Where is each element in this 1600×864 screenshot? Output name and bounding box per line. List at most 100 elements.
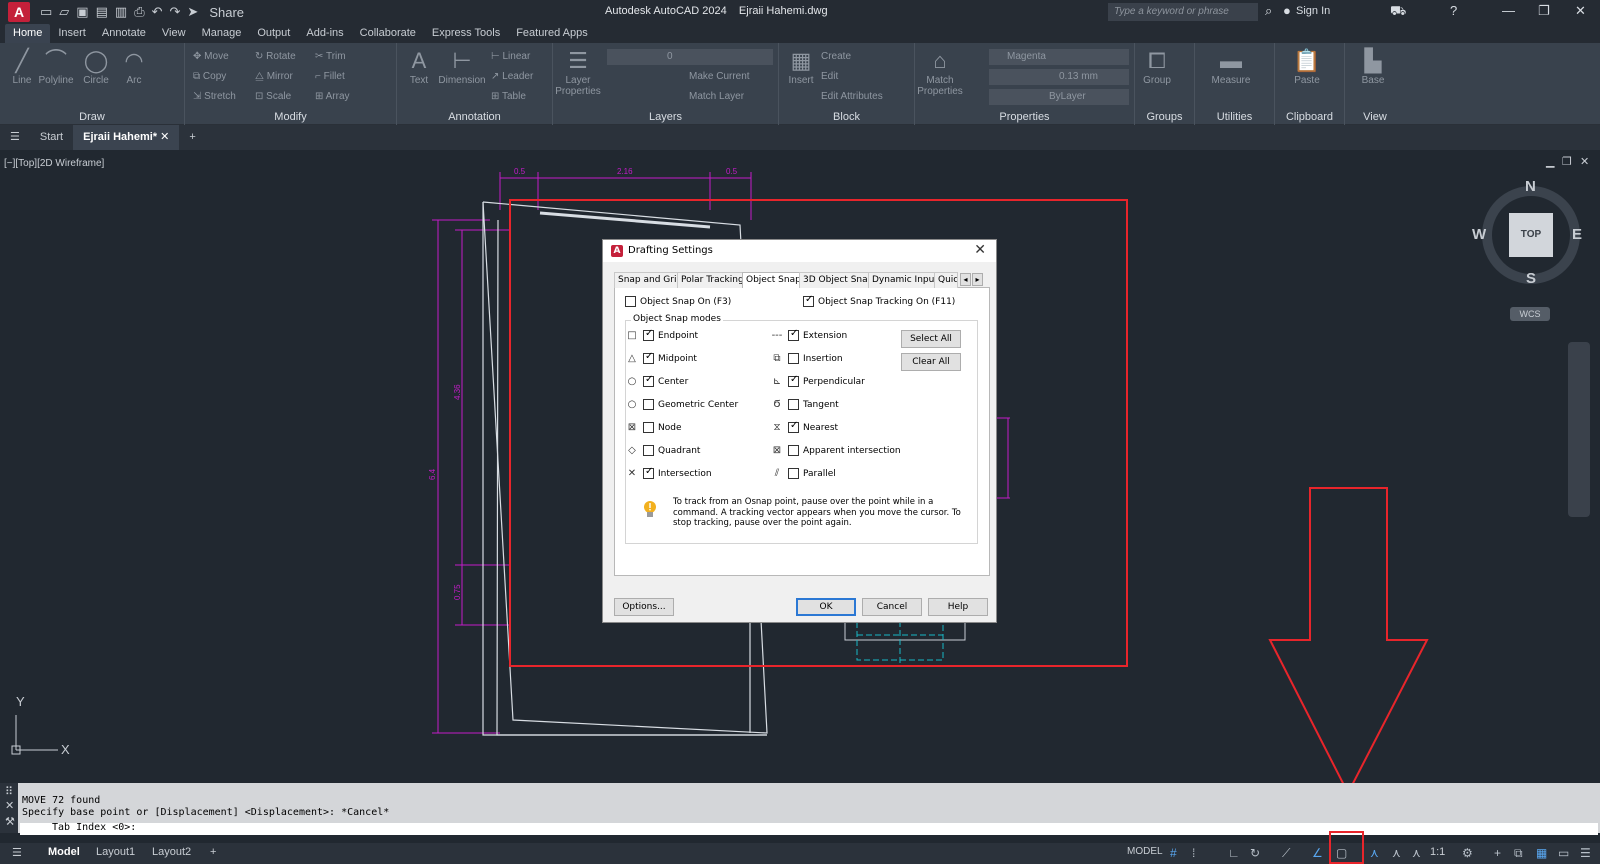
snap-mode-checkbox[interactable] (788, 399, 799, 410)
linetype-dropdown[interactable]: ByLayer (989, 89, 1129, 105)
help-icon[interactable]: ? (1450, 3, 1457, 18)
mirror-tool[interactable]: ⧋ Mirror (255, 71, 293, 82)
undo-icon[interactable]: ↶ (152, 4, 163, 20)
ribbon-tab-output[interactable]: Output (249, 24, 298, 43)
app-menu-button[interactable]: A (8, 2, 30, 22)
linear-tool[interactable]: ⊢ Linear (491, 51, 530, 62)
measure-tool[interactable]: ▬ Measure (1209, 47, 1253, 86)
snap-mode-checkbox[interactable] (788, 420, 799, 433)
new-tab-button[interactable]: + (179, 125, 205, 150)
model-space-toggle[interactable]: MODEL (1127, 846, 1163, 857)
ribbon-tab-addins[interactable]: Add-ins (298, 24, 351, 43)
workspace-gear-icon[interactable]: ⚙ (1462, 846, 1473, 860)
tab-polar-tracking[interactable]: Polar Tracking (677, 272, 748, 288)
view-panel-label[interactable]: View (1345, 111, 1405, 123)
snap-mode-intersection[interactable]: ✕ Intersection (625, 466, 712, 479)
block-panel-label[interactable]: Block (779, 111, 914, 123)
draw-panel-label[interactable]: Draw (0, 111, 184, 123)
ribbon-tab-insert[interactable]: Insert (50, 24, 94, 43)
search-input[interactable]: Type a keyword or phrase (1108, 3, 1258, 21)
search-icon[interactable]: ⌕ (1265, 3, 1272, 19)
object-snap-on-check[interactable] (625, 296, 636, 307)
isodraft-icon[interactable]: ⟋ (1282, 846, 1290, 861)
view-cube-top-face[interactable]: TOP (1509, 213, 1553, 257)
print-icon[interactable]: ⎙ (134, 4, 144, 20)
tab-dynamic-input[interactable]: Dynamic Input (868, 272, 942, 288)
scale-tool[interactable]: ⊡ Scale (255, 91, 291, 102)
dialog-close-icon[interactable]: ✕ (974, 242, 986, 258)
object-snap-tracking-checkbox[interactable]: Object Snap Tracking On (F11) (803, 294, 955, 307)
cancel-button[interactable]: Cancel (862, 598, 922, 616)
groups-panel-label[interactable]: Groups (1135, 111, 1194, 123)
polar-tracking-icon[interactable]: ↻ (1250, 846, 1260, 860)
ok-button[interactable]: OK (796, 598, 856, 616)
layers-panel-label[interactable]: Layers (553, 111, 778, 123)
snap-mode-tangent[interactable]: Ϭ Tangent (770, 399, 839, 410)
wrench-icon[interactable]: ⚒ (5, 815, 15, 828)
dimension-tool[interactable]: ⊢ Dimension (437, 47, 487, 86)
compass-south[interactable]: S (1526, 270, 1536, 287)
snap-mode-checkbox[interactable] (643, 374, 654, 387)
snap-mode-perpendicular[interactable]: ⊾ Perpendicular (770, 374, 865, 387)
create-block-tool[interactable]: Create (821, 51, 851, 62)
auto-scale-icon[interactable]: ⋏ (1392, 846, 1401, 860)
object-snap-on-checkbox[interactable]: Object Snap On (F3) (625, 296, 731, 307)
layout-tabs-menu-icon[interactable]: ☰ (12, 846, 22, 859)
paste-tool[interactable]: 📋 Paste (1285, 47, 1329, 86)
snap-mode-nearest[interactable]: ⧖ Nearest (770, 420, 838, 433)
tab-layout2[interactable]: Layout2 (152, 846, 191, 858)
close-tab-icon[interactable]: ✕ (160, 131, 169, 143)
lineweight-dropdown[interactable]: 0.13 mm (989, 69, 1129, 85)
trim-tool[interactable]: ✂ Trim (315, 51, 346, 62)
tab-scroll-left-icon[interactable]: ◂ (960, 273, 971, 286)
snap-mode-apparent-intersection[interactable]: ⊠ Apparent intersection (770, 445, 901, 456)
select-all-button[interactable]: Select All (901, 330, 961, 348)
snap-mode-insertion[interactable]: ⧉ Insertion (770, 353, 843, 364)
redo-icon[interactable]: ↷ (170, 4, 181, 20)
snap-mode-checkbox[interactable] (643, 328, 654, 341)
snap-mode-checkbox[interactable] (788, 353, 799, 364)
add-layout-button[interactable]: + (210, 846, 216, 858)
command-close-icon[interactable]: ✕ (5, 799, 14, 812)
fillet-tool[interactable]: ⌐ Fillet (315, 71, 345, 82)
annotation-monitor-icon[interactable]: + (1494, 846, 1501, 860)
snap-mode-checkbox[interactable] (643, 351, 654, 364)
utilities-panel-label[interactable]: Utilities (1195, 111, 1274, 123)
open-file-icon[interactable]: ▱ (59, 4, 69, 20)
modify-panel-label[interactable]: Modify (185, 111, 396, 123)
polyline-tool[interactable]: ⌒ Polyline (34, 47, 78, 86)
units-icon[interactable]: ⧉ (1514, 846, 1523, 861)
leader-tool[interactable]: ↗ Leader (491, 71, 533, 82)
ribbon-tab-collaborate[interactable]: Collaborate (352, 24, 424, 43)
snap-mode-node[interactable]: ⊠ Node (625, 422, 682, 433)
make-current-tool[interactable]: Make Current (689, 71, 750, 82)
tab-quick-properties[interactable]: Quic (934, 272, 958, 288)
snap-mode-quadrant[interactable]: ◇ Quadrant (625, 445, 700, 456)
snap-mode-checkbox[interactable] (788, 328, 799, 341)
new-file-icon[interactable]: ▭ (40, 4, 52, 20)
ribbon-tab-home[interactable]: Home (5, 24, 51, 43)
restore-icon[interactable]: ❐ (1538, 3, 1550, 19)
customization-menu-icon[interactable]: ☰ (1580, 846, 1591, 860)
snap-mode-checkbox[interactable] (788, 468, 799, 479)
match-layer-tool[interactable]: Match Layer (689, 91, 744, 102)
stretch-tool[interactable]: ⇲ Stretch (193, 91, 236, 102)
plot-icon[interactable]: ▥ (115, 4, 127, 20)
snap-mode-checkbox[interactable] (643, 399, 654, 410)
snap-mode-checkbox[interactable] (643, 422, 654, 433)
snap-mode-center[interactable]: ○ Center (625, 374, 688, 387)
quick-properties-icon[interactable]: ▦ (1536, 846, 1547, 860)
snap-mode-checkbox[interactable] (788, 445, 799, 456)
color-dropdown[interactable]: Magenta (989, 49, 1129, 65)
ribbon-tab-express-tools[interactable]: Express Tools (424, 24, 508, 43)
ribbon-tab-annotate[interactable]: Annotate (94, 24, 154, 43)
tab-model[interactable]: Model (48, 846, 80, 858)
tab-active-drawing[interactable]: Ejraii Hahemi* ✕ (73, 125, 180, 150)
save-as-icon[interactable]: ▤ (96, 4, 108, 20)
save-icon[interactable]: ▣ (76, 4, 88, 20)
view-cube[interactable]: TOP N S E W (1472, 178, 1586, 290)
object-snap-tracking-check[interactable] (803, 294, 814, 307)
snap-mode-icon[interactable]: ⁞ (1192, 846, 1195, 860)
copy-tool[interactable]: ⧉ Copy (193, 71, 226, 82)
clipboard-panel-label[interactable]: Clipboard (1275, 111, 1344, 123)
